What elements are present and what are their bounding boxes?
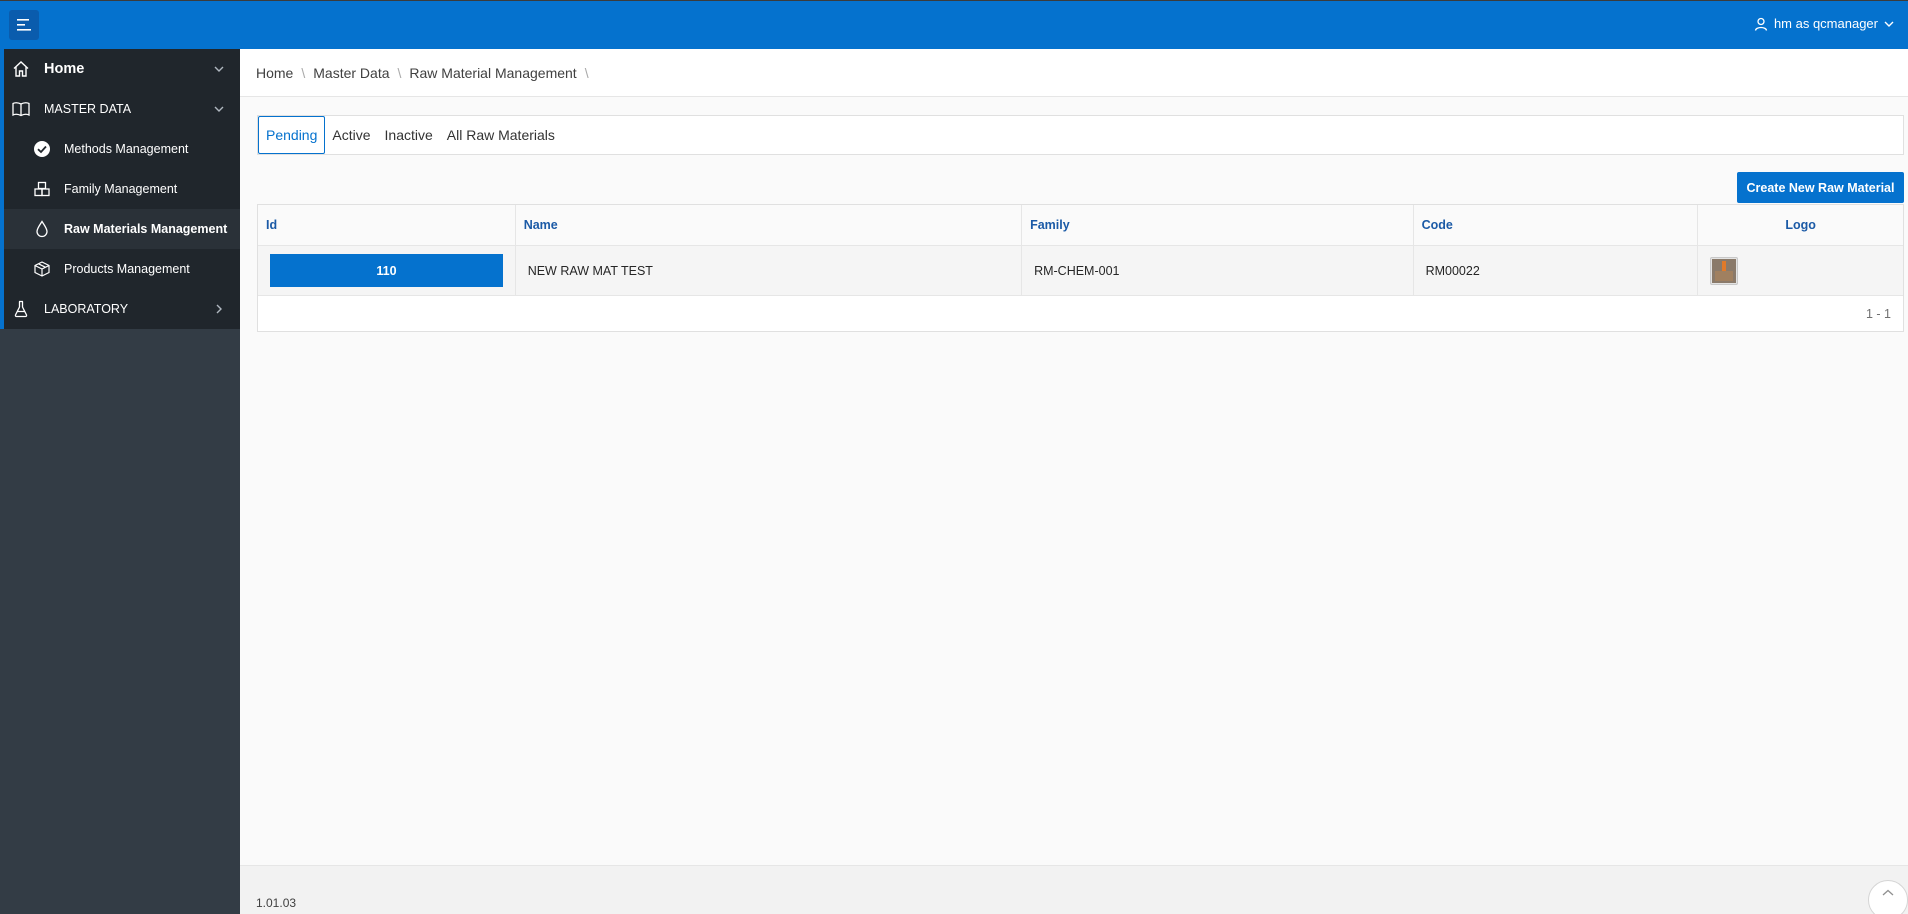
column-header-name[interactable]: Name	[516, 205, 1023, 245]
page-footer: 1.01.03	[240, 865, 1908, 914]
logo-thumbnail[interactable]	[1710, 256, 1739, 285]
sidebar-item-label: Home	[44, 61, 85, 77]
breadcrumb-separator: \	[584, 64, 589, 81]
tab-all-raw-materials[interactable]: All Raw Materials	[440, 116, 562, 154]
breadcrumb-item-home[interactable]: Home	[256, 65, 293, 81]
scroll-to-top-button[interactable]	[1868, 880, 1908, 914]
user-icon	[1754, 17, 1768, 31]
table-row: 110 NEW RAW MAT TEST RM-CHEM-001 RM00022	[258, 246, 1903, 296]
breadcrumb-separator: \	[397, 64, 402, 81]
sidebar-item-label: Family Management	[64, 182, 178, 196]
sidebar-item-family[interactable]: Family Management	[0, 169, 240, 209]
cell-code: RM00022	[1414, 246, 1699, 295]
check-circle-icon	[33, 140, 51, 158]
breadcrumb-item-master-data[interactable]: Master Data	[313, 65, 389, 81]
sidebar-item-label: LABORATORY	[44, 302, 129, 316]
drop-icon	[33, 220, 51, 238]
boxes-icon	[33, 180, 51, 198]
app-version: 1.01.03	[256, 896, 297, 910]
raw-materials-report: Id Name Family Code Logo 110 NEW RAW MAT…	[257, 204, 1904, 332]
column-header-code[interactable]: Code	[1414, 205, 1699, 245]
sidebar-item-methods[interactable]: Methods Management	[0, 129, 240, 169]
id-link-button[interactable]: 110	[270, 254, 503, 287]
sidebar-item-raw-materials[interactable]: Raw Materials Management	[0, 209, 240, 249]
tab-pending[interactable]: Pending	[258, 116, 326, 154]
cell-family: RM-CHEM-001	[1022, 246, 1414, 295]
tab-inactive[interactable]: Inactive	[378, 116, 440, 154]
sidebar-item-label: Methods Management	[64, 142, 189, 156]
breadcrumb-item-raw-material: Raw Material Management	[409, 64, 577, 81]
status-tabs: Pending Active Inactive All Raw Material…	[257, 115, 1904, 155]
top-header: hm as qcmanager	[0, 0, 1908, 49]
sidebar-item-laboratory[interactable]: LABORATORY	[0, 289, 240, 329]
chevron-down-icon	[214, 106, 224, 112]
column-header-family[interactable]: Family	[1022, 205, 1414, 245]
tab-active[interactable]: Active	[325, 116, 377, 154]
logo-image-icon	[1712, 258, 1737, 283]
sidebar-item-master-data[interactable]: MASTER DATA	[0, 89, 240, 129]
breadcrumb-separator: \	[301, 64, 306, 81]
chevron-right-icon	[216, 304, 222, 314]
sidebar-item-home[interactable]: Home	[0, 49, 240, 89]
cell-logo	[1698, 246, 1903, 295]
column-header-id[interactable]: Id	[258, 205, 516, 245]
home-icon	[12, 60, 30, 78]
sidebar-nav: Home MASTER DATA Methods Management Fami…	[0, 49, 240, 914]
cell-name: NEW RAW MAT TEST	[516, 246, 1023, 295]
column-header-logo[interactable]: Logo	[1698, 205, 1903, 245]
pagination-info: 1 - 1	[1865, 307, 1891, 321]
sidebar-item-label: Products Management	[64, 262, 190, 276]
chevron-down-icon	[214, 66, 224, 72]
chevron-up-icon	[1882, 889, 1894, 896]
cell-id: 110	[258, 246, 516, 295]
table-header-row: Id Name Family Code Logo	[258, 205, 1903, 246]
user-menu[interactable]: hm as qcmanager	[1754, 16, 1894, 31]
package-icon	[33, 260, 51, 278]
menu-toggle-button[interactable]	[9, 10, 39, 40]
sidebar-item-label: MASTER DATA	[44, 102, 132, 116]
chevron-down-icon	[1884, 21, 1894, 27]
breadcrumb: Home \ Master Data \ Raw Material Manage…	[240, 49, 1908, 97]
flask-icon	[12, 300, 30, 318]
book-icon	[12, 100, 30, 118]
hamburger-icon	[17, 19, 31, 31]
create-raw-material-button[interactable]: Create New Raw Material	[1737, 172, 1904, 203]
user-label: hm as qcmanager	[1773, 16, 1878, 31]
sidebar-item-products[interactable]: Products Management	[0, 249, 240, 289]
sidebar-item-label: Raw Materials Management	[64, 222, 228, 236]
